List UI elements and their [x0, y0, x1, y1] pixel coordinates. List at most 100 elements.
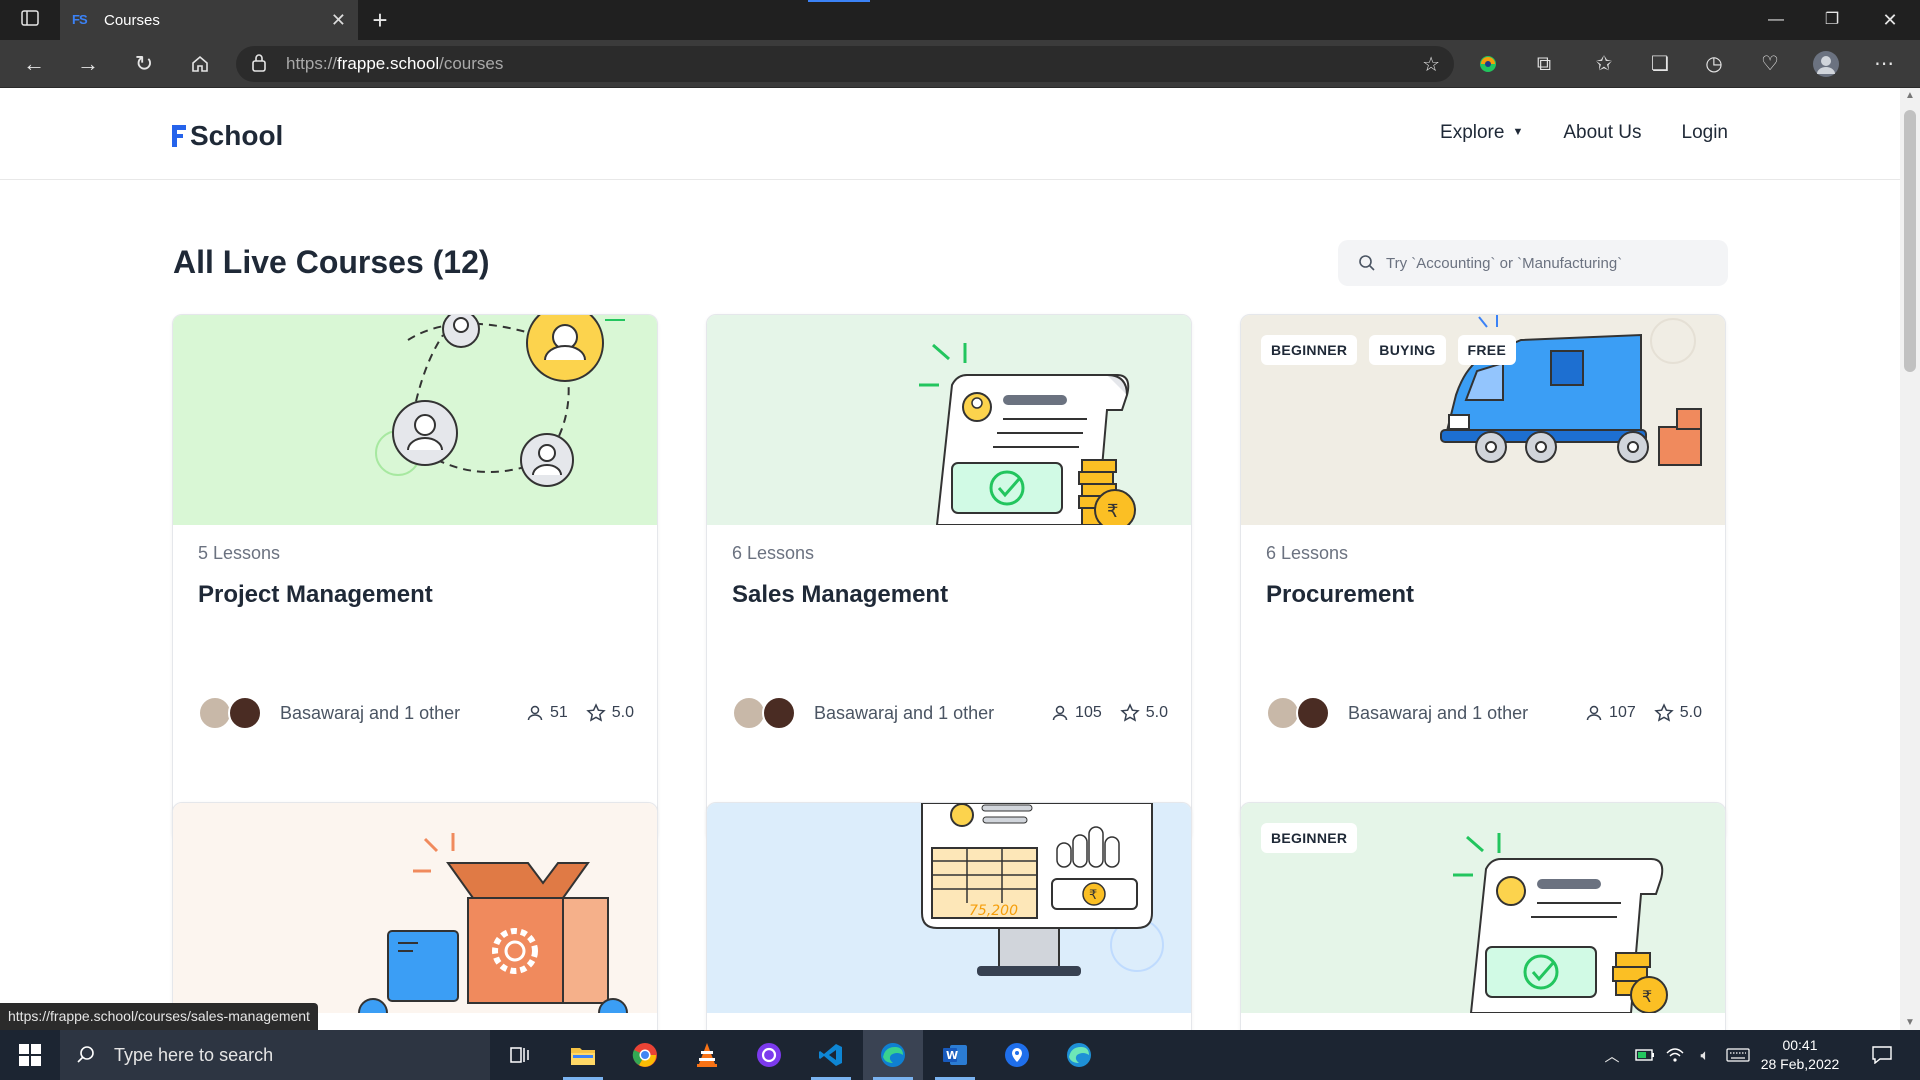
svg-text:W: W	[946, 1049, 958, 1062]
extensions-icon[interactable]: ⧉	[1520, 40, 1568, 88]
student-count: 107	[1609, 704, 1636, 721]
vlc-icon[interactable]	[677, 1030, 737, 1080]
scroll-down-arrow-icon[interactable]: ▼	[1900, 1017, 1920, 1028]
page-scrollbar[interactable]: ▲ ▼	[1900, 88, 1920, 1030]
rating-value: 5.0	[611, 704, 634, 721]
avatar	[1296, 696, 1330, 730]
show-hidden-icons[interactable]: ︿	[1598, 1030, 1626, 1080]
tab-actions-icon[interactable]	[12, 0, 48, 40]
new-tab-icon[interactable]: +	[362, 0, 398, 40]
scroll-up-arrow-icon[interactable]: ▲	[1900, 90, 1920, 101]
tab-close-icon[interactable]: ✕	[331, 10, 346, 31]
history-icon[interactable]: ◷	[1690, 40, 1738, 88]
course-card-procurement[interactable]: BEGINNER BUYING FREE 6 Lessons Procureme…	[1240, 314, 1726, 842]
user-icon	[1052, 705, 1068, 721]
refresh-icon[interactable]: ↻	[120, 40, 168, 88]
course-card[interactable]: 75,200 ₹	[706, 802, 1192, 1030]
link-status-tooltip: https://frappe.school/courses/sales-mana…	[0, 1003, 318, 1030]
maps-pin-icon[interactable]	[987, 1030, 1047, 1080]
course-footer: Basawaraj and 1 other 105 5.0	[732, 695, 1168, 731]
taskbar-clock[interactable]: 00:41 28 Feb,2022	[1752, 1036, 1848, 1074]
user-icon	[1586, 705, 1602, 721]
site-logo[interactable]: School	[172, 120, 283, 152]
performance-icon[interactable]: ♡	[1746, 40, 1794, 88]
course-footer: Basawaraj and 1 other 51 5.0	[198, 695, 634, 731]
keyboard-icon[interactable]	[1722, 1030, 1754, 1080]
address-bar[interactable]: https://frappe.school/courses ☆	[236, 46, 1454, 82]
logo-f-icon	[172, 125, 186, 147]
instructor-names: Basawaraj and 1 other	[1348, 702, 1529, 723]
github-desktop-icon[interactable]	[739, 1030, 799, 1080]
course-card[interactable]	[172, 802, 658, 1030]
vscode-icon[interactable]	[801, 1030, 861, 1080]
close-window-icon[interactable]: ✕	[1862, 0, 1918, 40]
svg-text:₹: ₹	[1642, 987, 1652, 1006]
nav-about-us[interactable]: About Us	[1563, 122, 1641, 144]
enrollment-count: 51	[526, 704, 568, 722]
notifications-icon[interactable]	[1862, 1030, 1902, 1080]
start-button[interactable]	[0, 1030, 60, 1080]
forward-icon[interactable]: →	[64, 40, 112, 88]
avatar	[1266, 696, 1300, 730]
drag-indicator	[808, 0, 870, 2]
tab-title: Courses	[104, 11, 160, 29]
chevron-down-icon: ▼	[1512, 126, 1524, 138]
tag-beginner[interactable]: BEGINNER	[1261, 823, 1358, 853]
enrollment-count: 107	[1585, 704, 1636, 722]
taskbar-search-input[interactable]	[114, 1044, 444, 1066]
taskbar-search[interactable]	[60, 1030, 490, 1080]
tag-free[interactable]: FREE	[1457, 335, 1517, 365]
volume-icon[interactable]: 🔈︎	[1690, 1030, 1720, 1080]
course-banner: 75,200 ₹	[707, 803, 1191, 1013]
edge-icon[interactable]	[863, 1030, 923, 1080]
avatar	[762, 696, 796, 730]
star-icon	[1654, 703, 1674, 722]
course-footer: Basawaraj and 1 other 107 5.0	[1266, 695, 1702, 731]
course-title[interactable]: Project Management	[198, 581, 433, 609]
tab-favicon-icon: FS	[72, 12, 88, 27]
course-rating: 5.0	[586, 703, 634, 723]
task-view-icon[interactable]	[490, 1030, 550, 1080]
scrollbar-thumb[interactable]	[1904, 110, 1916, 372]
tab-courses[interactable]: FS Courses ✕	[60, 0, 358, 40]
course-card[interactable]: ₹ BEGINNER	[1240, 802, 1726, 1030]
collections-icon[interactable]: ❏	[1636, 40, 1684, 88]
instructor-names: Basawaraj and 1 other	[280, 702, 461, 723]
wifi-icon[interactable]	[1660, 1030, 1690, 1080]
word-icon[interactable]: W	[925, 1030, 985, 1080]
rating-value: 5.0	[1145, 704, 1168, 721]
file-explorer-icon[interactable]	[553, 1030, 613, 1080]
restore-icon[interactable]: ❐	[1804, 0, 1860, 40]
instructor-avatars	[732, 696, 798, 730]
more-menu-icon[interactable]: ⋯	[1860, 40, 1908, 88]
tag-beginner[interactable]: BEGINNER	[1261, 335, 1358, 365]
nav-explore[interactable]: Explore ▼	[1440, 122, 1523, 144]
chrome-icon[interactable]	[615, 1030, 675, 1080]
course-search[interactable]	[1338, 240, 1728, 286]
search-input[interactable]	[1386, 254, 1706, 272]
url-host: frappe.school	[337, 54, 440, 73]
instructor-avatars	[1266, 696, 1332, 730]
site-header: School Explore ▼ About Us Login	[0, 88, 1900, 180]
favorites-icon[interactable]: ✩	[1580, 40, 1628, 88]
minimize-icon[interactable]: —	[1748, 0, 1804, 40]
box-gear-illustration	[358, 833, 628, 1013]
course-title[interactable]: Procurement	[1266, 581, 1414, 609]
star-icon	[1120, 703, 1140, 722]
tag-buying[interactable]: BUYING	[1369, 335, 1446, 365]
course-title[interactable]: Sales Management	[732, 581, 948, 609]
extension-colorful-icon[interactable]	[1464, 40, 1512, 88]
lesson-count: 6 Lessons	[1266, 543, 1349, 563]
course-rating: 5.0	[1654, 703, 1702, 723]
profile-avatar[interactable]	[1802, 40, 1850, 88]
course-card-project-management[interactable]: 5 Lessons Project Management Basawaraj a…	[172, 314, 658, 842]
course-tags: BEGINNER BUYING FREE	[1261, 335, 1517, 365]
home-icon[interactable]	[176, 40, 224, 88]
battery-icon[interactable]	[1630, 1030, 1660, 1080]
nav-login[interactable]: Login	[1682, 122, 1729, 144]
main-nav: Explore ▼ About Us Login	[1440, 122, 1728, 144]
edge-beta-icon[interactable]	[1049, 1030, 1109, 1080]
add-favorite-icon[interactable]: ☆	[1422, 52, 1440, 77]
back-icon[interactable]: ←	[10, 40, 58, 88]
course-card-sales-management[interactable]: ₹ 6 Lessons Sales Management Basawaraj a…	[706, 314, 1192, 842]
